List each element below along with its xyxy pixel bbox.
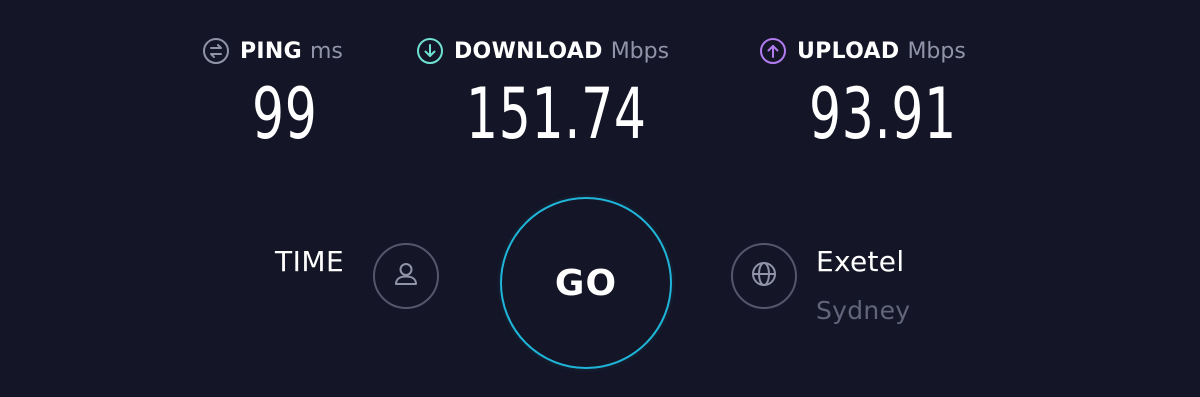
ping-metric: PING ms 99: [202, 36, 343, 152]
ping-value: 99: [252, 73, 318, 155]
upload-unit: Mbps: [907, 38, 966, 64]
go-label: GO: [554, 262, 618, 304]
isp-name[interactable]: Exetel: [816, 245, 904, 278]
upload-header: UPLOAD Mbps: [759, 36, 966, 66]
download-unit: Mbps: [610, 38, 670, 64]
upload-value: 93.91: [809, 73, 957, 155]
upload-arrow-icon: [759, 37, 787, 65]
download-label: DOWNLOAD: [454, 38, 603, 64]
download-metric: DOWNLOAD Mbps 151.74: [416, 36, 669, 152]
server-location[interactable]: Sydney: [816, 296, 910, 325]
time-label: TIME: [275, 245, 345, 278]
upload-metric: UPLOAD Mbps 93.91: [759, 36, 966, 152]
upload-label: UPLOAD: [797, 38, 900, 64]
user-button[interactable]: [373, 243, 439, 309]
ping-header: PING ms: [202, 36, 343, 66]
download-header: DOWNLOAD Mbps: [416, 36, 669, 66]
download-arrow-icon: [416, 37, 444, 65]
ping-icon: [202, 37, 230, 65]
ping-unit: ms: [309, 38, 343, 64]
user-icon: [390, 258, 422, 294]
go-button[interactable]: GO: [500, 197, 672, 369]
download-value: 151.74: [466, 73, 647, 155]
globe-icon: [748, 258, 780, 294]
ping-label: PING: [240, 38, 302, 64]
change-server-button[interactable]: [731, 243, 797, 309]
